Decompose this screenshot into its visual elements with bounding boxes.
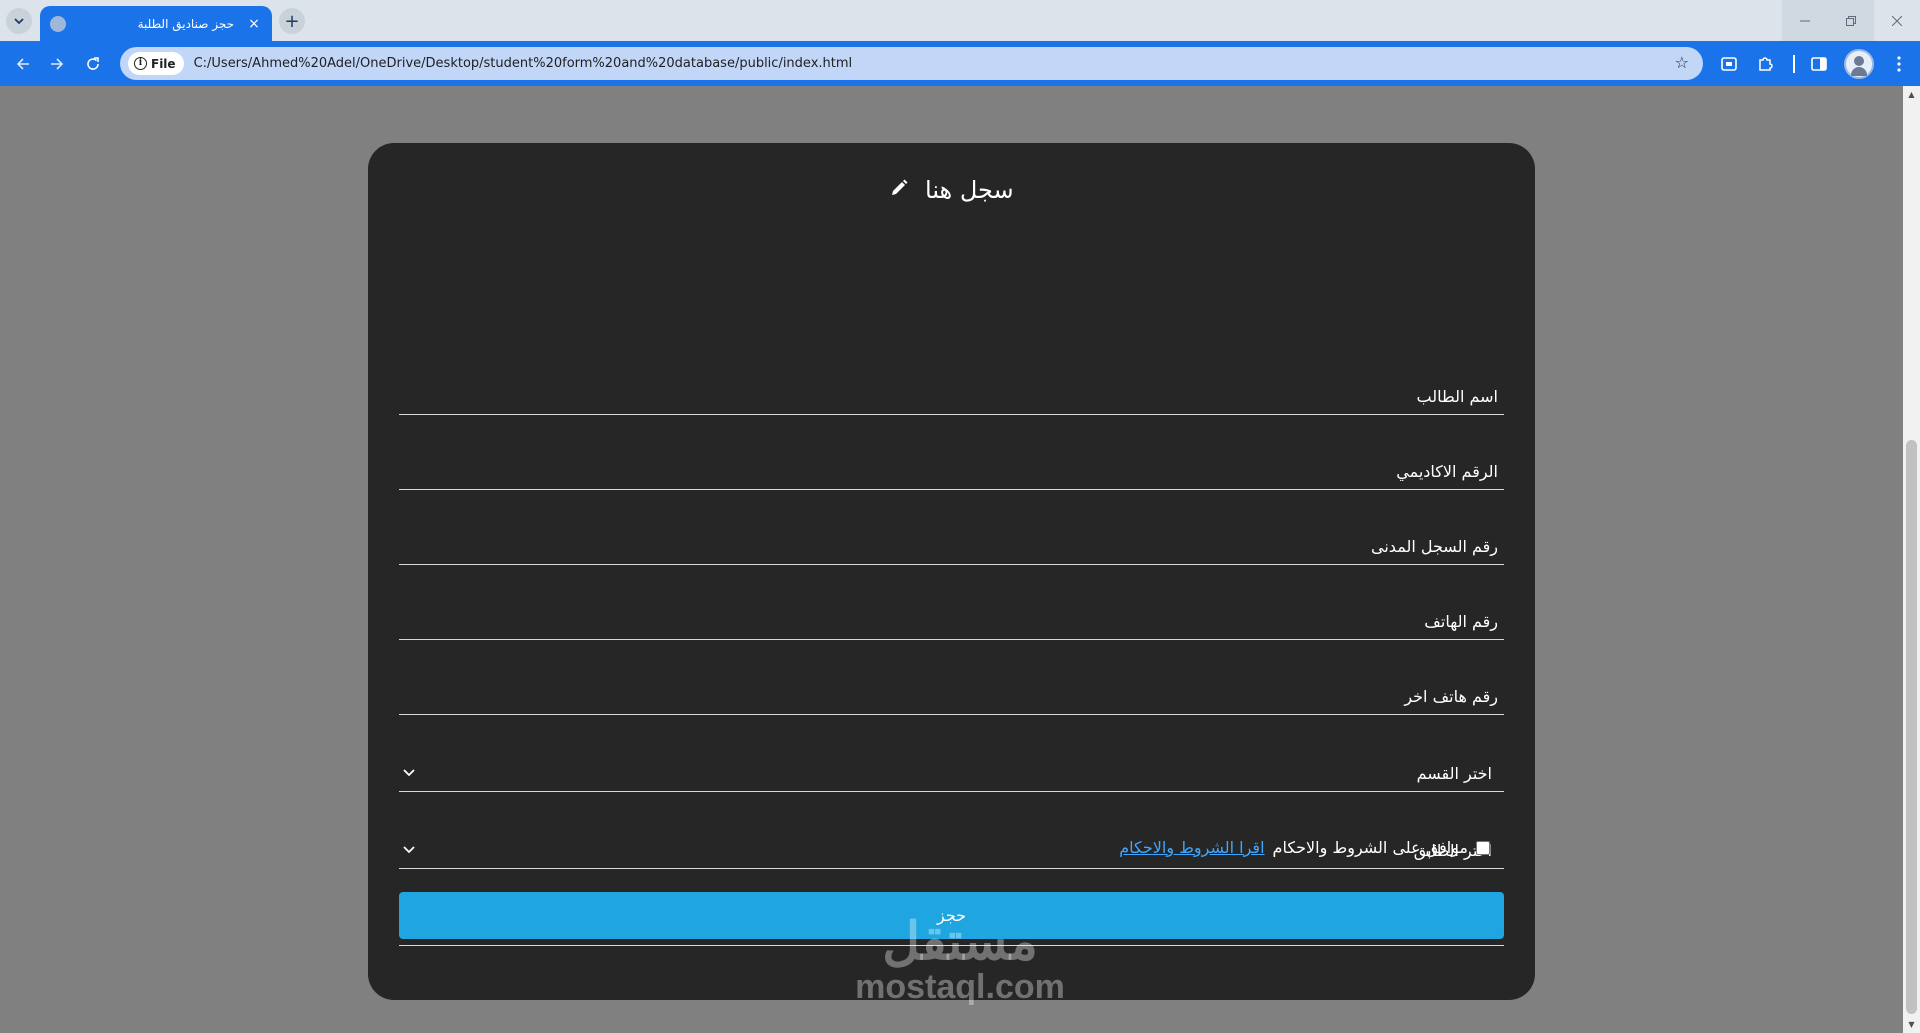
extensions-puzzle-icon[interactable] xyxy=(1754,53,1776,75)
forward-button[interactable] xyxy=(44,51,70,77)
bookmark-star-icon[interactable]: ☆ xyxy=(1675,53,1689,72)
back-button[interactable] xyxy=(10,51,36,77)
scroll-up-icon[interactable]: ▲ xyxy=(1903,86,1920,103)
minimize-icon xyxy=(1800,20,1810,21)
terms-link[interactable]: اقرا الشروط والاحكام xyxy=(1119,838,1264,857)
address-bar[interactable]: i File C:/Users/Ahmed%20Adel/OneDrive/De… xyxy=(120,47,1703,80)
cast-icon[interactable] xyxy=(1718,53,1740,75)
chevron-down-icon xyxy=(14,18,24,25)
field-placeholder: اسم الطالب xyxy=(1416,387,1499,406)
minimize-button[interactable] xyxy=(1782,0,1828,41)
field-placeholder: رقم الهاتف xyxy=(1424,612,1498,631)
phone-number-input[interactable]: رقم الهاتف xyxy=(399,600,1504,640)
arrow-right-icon xyxy=(51,58,64,70)
reload-button[interactable] xyxy=(80,51,106,77)
url-text[interactable]: C:/Users/Ahmed%20Adel/OneDrive/Desktop/s… xyxy=(194,56,853,71)
site-info-chip[interactable]: i File xyxy=(128,52,184,75)
student-name-input[interactable]: اسم الطالب xyxy=(399,375,1504,415)
close-icon xyxy=(1892,15,1902,26)
terms-label: موافق على الشروط والاحكام xyxy=(1272,838,1468,857)
vertical-scrollbar[interactable]: ▲ ▼ xyxy=(1903,86,1920,1033)
tab-title: حجز صناديق الطلبة xyxy=(137,16,234,31)
watermark-logo: مستقل mostaql.com xyxy=(840,915,1080,1005)
watermark-arabic: مستقل xyxy=(882,913,1038,971)
civil-registry-number-input[interactable]: رقم السجل المدنى xyxy=(399,525,1504,565)
academic-number-input[interactable]: الرقم الاكاديمي xyxy=(399,450,1504,490)
browser-toolbar: i File C:/Users/Ahmed%20Adel/OneDrive/De… xyxy=(0,41,1920,86)
restore-icon xyxy=(1846,15,1856,26)
tab-search-button[interactable] xyxy=(6,8,32,34)
restore-button[interactable] xyxy=(1828,0,1874,41)
field-placeholder: الرقم الاكاديمي xyxy=(1396,462,1498,481)
registration-form-card: سجل هنا اسم الطالب الرقم الاكاديمي رقم ا… xyxy=(368,143,1535,1000)
browser-tab-strip: حجز صناديق الطلبة × + xyxy=(0,0,1920,41)
department-select[interactable]: اختر القسم xyxy=(399,752,1504,792)
close-icon[interactable]: × xyxy=(246,16,262,32)
pencil-icon xyxy=(889,176,909,204)
side-panel-icon[interactable] xyxy=(1808,53,1830,75)
alternate-phone-input[interactable]: رقم هاتف اخر xyxy=(399,675,1504,715)
window-close-button[interactable] xyxy=(1874,0,1920,41)
terms-checkbox[interactable] xyxy=(1476,840,1490,855)
browser-tab-active[interactable]: حجز صناديق الطلبة × xyxy=(40,6,272,41)
info-icon: i xyxy=(134,57,147,70)
toolbar-separator xyxy=(1793,55,1795,73)
scrollbar-thumb[interactable] xyxy=(1906,440,1917,1014)
scheme-label: File xyxy=(151,56,176,71)
globe-icon xyxy=(50,15,66,32)
chevron-down-icon xyxy=(403,843,415,858)
select-value: اختر القسم xyxy=(1416,764,1492,783)
profile-avatar[interactable] xyxy=(1844,49,1874,79)
field-placeholder: رقم هاتف اخر xyxy=(1404,687,1498,706)
reload-icon xyxy=(87,57,99,70)
scroll-down-icon[interactable]: ▼ xyxy=(1903,1016,1920,1033)
field-placeholder: رقم السجل المدنى xyxy=(1371,537,1498,556)
form-heading: سجل هنا xyxy=(368,176,1535,204)
arrow-left-icon xyxy=(16,58,29,70)
watermark-latin: mostaql.com xyxy=(855,968,1065,1006)
chevron-down-icon xyxy=(403,766,415,781)
new-tab-button[interactable]: + xyxy=(279,8,305,34)
kebab-menu-icon[interactable] xyxy=(1888,53,1910,75)
terms-row: موافق على الشروط والاحكام اقرا الشروط وا… xyxy=(1119,838,1490,857)
form-title: سجل هنا xyxy=(925,176,1014,204)
